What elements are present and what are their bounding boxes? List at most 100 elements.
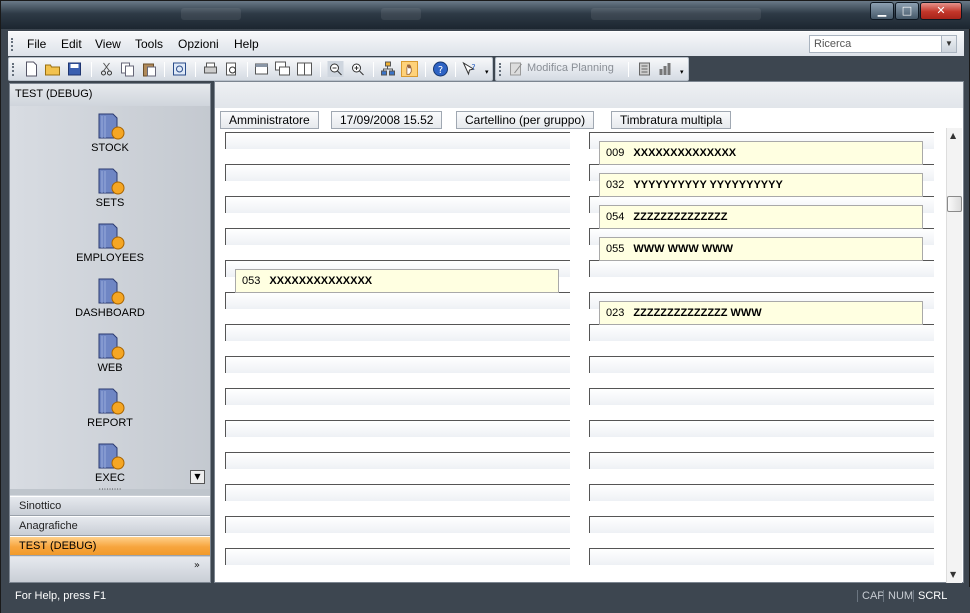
shortcut-stock[interactable]: STOCK: [10, 110, 210, 154]
shortcuts-scroll-down-button[interactable]: ▼: [190, 470, 205, 484]
schedule-row-slot[interactable]: [225, 324, 570, 341]
schedule-row-slot[interactable]: [589, 260, 934, 277]
cascade-windows-icon[interactable]: [274, 61, 291, 77]
menu-view[interactable]: View: [95, 37, 121, 51]
scroll-lock-indicator: SCRL: [913, 590, 947, 602]
employee-card[interactable]: 053 XXXXXXXXXXXXXX: [235, 269, 559, 293]
datetime-tag[interactable]: 17/09/2008 15.52: [331, 111, 443, 129]
cut-icon[interactable]: [98, 61, 115, 77]
toolbar-overflow-icon[interactable]: ▾: [485, 68, 489, 76]
shortcut-employees[interactable]: EMPLOYEES: [10, 220, 210, 264]
find-icon[interactable]: [171, 61, 188, 77]
toolbar-overflow-icon[interactable]: ▾: [680, 68, 684, 76]
schedule-row-slot[interactable]: [225, 516, 570, 533]
help-icon[interactable]: ?: [432, 61, 449, 77]
shortcut-label: DASHBOARD: [75, 307, 145, 319]
menu-tools[interactable]: Tools: [135, 37, 163, 51]
print-icon[interactable]: [202, 61, 219, 77]
schedule-row-slot[interactable]: [589, 516, 934, 533]
folder-user-icon: [98, 333, 125, 360]
user-tag[interactable]: Amministratore: [220, 111, 319, 129]
save-icon[interactable]: [66, 61, 83, 77]
menu-gripper[interactable]: [11, 38, 13, 51]
close-button[interactable]: ✕: [920, 2, 962, 20]
context-help-icon[interactable]: ?: [461, 61, 478, 77]
schedule-row-slot[interactable]: [225, 292, 570, 309]
shortcut-label: SETS: [95, 197, 125, 209]
chevron-down-icon[interactable]: ▼: [941, 36, 956, 52]
zoom-in-icon[interactable]: [349, 61, 366, 77]
toolbar-gripper[interactable]: [12, 63, 14, 76]
vertical-scrollbar[interactable]: ▲ ▼: [946, 128, 962, 583]
schedule-row-slot[interactable]: [589, 356, 934, 373]
title-text-blurred: [381, 8, 421, 20]
navbar-more-button[interactable]: »: [10, 557, 210, 582]
employee-card[interactable]: 023 ZZZZZZZZZZZZZZ WWW: [599, 301, 923, 325]
navbar-test-debug[interactable]: TEST (DEBUG): [10, 536, 210, 556]
employee-card[interactable]: 009 XXXXXXXXXXXXXX: [599, 141, 923, 165]
print-preview-icon[interactable]: [223, 61, 240, 77]
maximize-button[interactable]: □: [895, 2, 919, 20]
zoom-out-icon[interactable]: [327, 61, 344, 77]
scroll-up-icon[interactable]: ▲: [950, 131, 956, 140]
schedule-row-slot[interactable]: [225, 196, 570, 213]
minimize-button[interactable]: ▁: [870, 2, 894, 20]
document-icon[interactable]: [636, 61, 653, 77]
employee-card[interactable]: 032 YYYYYYYYYY YYYYYYYYYY: [599, 173, 923, 197]
schedule-row-slot[interactable]: [589, 484, 934, 501]
paste-icon[interactable]: [141, 61, 158, 77]
shortcut-label: WEB: [97, 362, 123, 374]
num-lock-indicator: NUM: [883, 590, 913, 602]
new-file-icon[interactable]: [23, 61, 40, 77]
schedule-row-slot[interactable]: [225, 484, 570, 501]
employee-card[interactable]: 054 ZZZZZZZZZZZZZZ: [599, 205, 923, 229]
shortcut-report[interactable]: REPORT: [10, 385, 210, 429]
scroll-down-icon[interactable]: ▼: [950, 570, 956, 579]
bar-chart-icon[interactable]: [657, 61, 674, 77]
schedule-row-slot[interactable]: [225, 548, 570, 565]
menu-file[interactable]: File: [27, 37, 46, 51]
schedule-row-slot[interactable]: [589, 548, 934, 565]
schedule-row-slot[interactable]: [225, 388, 570, 405]
schedule-row-slot[interactable]: [589, 452, 934, 469]
title-text-blurred: [591, 8, 761, 20]
hierarchy-icon[interactable]: [379, 61, 396, 77]
schedule-row-slot[interactable]: [225, 356, 570, 373]
folder-user-icon: [98, 223, 125, 250]
menu-opzioni[interactable]: Opzioni: [178, 37, 219, 51]
hand-tool-icon[interactable]: [401, 61, 418, 77]
employee-card[interactable]: 055 WWW WWW WWW: [599, 237, 923, 261]
pane-splitter[interactable]: ·········: [10, 486, 210, 495]
shortcut-exec[interactable]: EXEC: [10, 440, 210, 484]
stamp-mode-tag[interactable]: Timbratura multipla: [611, 111, 732, 129]
menu-help[interactable]: Help: [234, 37, 259, 51]
schedule-row-slot[interactable]: [225, 132, 570, 149]
tile-windows-icon[interactable]: [296, 61, 313, 77]
toolbar-separator: [164, 62, 165, 77]
toolbar-separator: [91, 62, 92, 77]
employee-name: WWW WWW WWW: [633, 243, 733, 255]
schedule-row-slot[interactable]: [589, 388, 934, 405]
schedule-row-slot[interactable]: [589, 420, 934, 437]
window-icon[interactable]: [253, 61, 270, 77]
shortcut-dashboard[interactable]: DASHBOARD: [10, 275, 210, 319]
schedule-row-slot[interactable]: [225, 228, 570, 245]
modifica-planning-button[interactable]: Modifica Planning: [527, 62, 614, 74]
scrollbar-thumb[interactable]: [947, 196, 962, 212]
navbar-anagrafiche[interactable]: Anagrafiche: [10, 516, 210, 536]
schedule-row-slot[interactable]: [225, 164, 570, 181]
toolbar-separator: [247, 62, 248, 77]
schedule-row-slot[interactable]: [225, 452, 570, 469]
shortcut-web[interactable]: WEB: [10, 330, 210, 374]
schedule-row-slot[interactable]: [589, 324, 934, 341]
toolbar-gripper[interactable]: [499, 63, 501, 76]
open-folder-icon[interactable]: [44, 61, 61, 77]
menu-edit[interactable]: Edit: [61, 37, 82, 51]
shortcut-sets[interactable]: SETS: [10, 165, 210, 209]
schedule-row-slot[interactable]: [225, 420, 570, 437]
navbar-sinottico[interactable]: Sinottico: [10, 496, 210, 516]
copy-icon[interactable]: [119, 61, 136, 77]
search-input[interactable]: Ricerca ▼: [809, 35, 957, 53]
main-view: Amministratore 17/09/2008 15.52 Cartelli…: [214, 81, 964, 583]
report-type-tag[interactable]: Cartellino (per gruppo): [456, 111, 595, 129]
